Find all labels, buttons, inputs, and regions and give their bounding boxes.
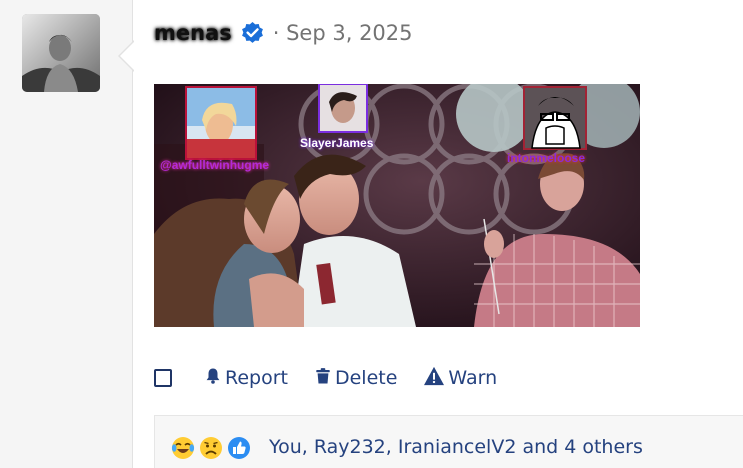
laughing-crying-icon[interactable]	[171, 436, 195, 460]
verified-badge-icon	[240, 21, 265, 46]
avatar[interactable]	[22, 14, 100, 92]
image-tag-2: SlayerJames	[300, 136, 374, 150]
reaction-icons	[171, 436, 251, 460]
reaction-summary-link[interactable]: You, Ray232, IraniancelV2 and 4 others	[269, 436, 643, 458]
delete-button[interactable]: Delete	[314, 366, 397, 391]
username[interactable]: menas	[154, 21, 232, 45]
post-date[interactable]: · Sep 3, 2025	[273, 21, 413, 45]
warn-button[interactable]: Warn	[423, 366, 497, 391]
report-button[interactable]: Report	[204, 366, 288, 391]
bell-icon	[204, 366, 225, 391]
post-actions: Report Delete Warn	[154, 364, 523, 392]
report-label: Report	[225, 367, 288, 389]
post-pointer	[120, 41, 135, 71]
warning-icon	[423, 366, 448, 391]
post-image[interactable]: @awfulltwinhugme SlayerJames intonmeloos…	[154, 84, 640, 327]
post-author-column	[0, 0, 133, 468]
trash-icon	[314, 366, 335, 391]
delete-label: Delete	[334, 367, 398, 389]
like-thumb-icon[interactable]	[227, 436, 251, 460]
image-tag-3: intonmeloose	[507, 151, 586, 165]
image-tag-1: @awfulltwinhugme	[160, 158, 270, 172]
sad-face-icon[interactable]	[199, 436, 223, 460]
warn-label: Warn	[448, 367, 498, 389]
post-header: menas · Sep 3, 2025	[154, 18, 413, 48]
reactions-bar: You, Ray232, IraniancelV2 and 4 others	[154, 415, 743, 468]
select-checkbox[interactable]	[154, 369, 172, 387]
